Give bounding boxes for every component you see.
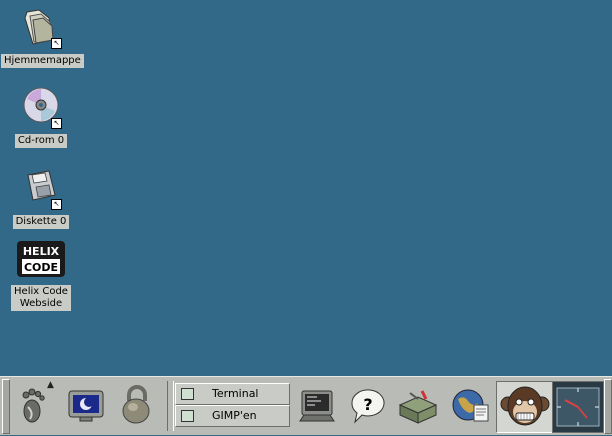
shortcut-arrow-icon: ↖ bbox=[51, 118, 62, 129]
clock-applet[interactable] bbox=[552, 381, 604, 433]
window-icon bbox=[181, 410, 194, 422]
tasklist: Terminal GIMP'en bbox=[175, 383, 290, 427]
task-button-gimp[interactable]: GIMP'en bbox=[175, 405, 290, 427]
gnome-panel: ▲ Terminal GIMP'en ? bbox=[0, 376, 612, 435]
desktop-icon-floppy[interactable]: ↖ Diskette 0 bbox=[1, 167, 81, 229]
shortcut-arrow-icon: ↖ bbox=[51, 38, 62, 49]
terminal-icon bbox=[299, 390, 335, 422]
analog-clock-icon bbox=[556, 387, 600, 427]
task-button-terminal[interactable]: Terminal bbox=[175, 383, 290, 405]
main-menu-button[interactable]: ▲ bbox=[12, 380, 56, 427]
panel-applet[interactable] bbox=[496, 381, 554, 433]
launcher-screensaver[interactable] bbox=[64, 383, 108, 427]
desktop-icon-label: Hjemmemappe bbox=[1, 54, 84, 68]
launcher-control-center[interactable] bbox=[396, 383, 440, 427]
desktop-icon-helix[interactable]: HELIX CODE Helix Code Webside bbox=[1, 241, 81, 311]
cdrom-icon: ↖ bbox=[19, 86, 63, 129]
panel-hide-button-right[interactable] bbox=[604, 379, 612, 434]
desktop-icon-label: Helix Code Webside bbox=[11, 285, 71, 311]
help-glyph: ? bbox=[363, 395, 372, 414]
launcher-help[interactable]: ? bbox=[346, 383, 390, 427]
desktop-icon-home[interactable]: ↖ Hjemmemappe bbox=[1, 6, 84, 68]
task-label: Terminal bbox=[212, 387, 259, 400]
tasklist-separator bbox=[167, 381, 174, 431]
desktop-icon-label: Cd-rom 0 bbox=[14, 134, 68, 148]
helix-logo-line1: HELIX bbox=[23, 245, 60, 258]
window-icon bbox=[181, 388, 194, 400]
launcher-browser[interactable] bbox=[448, 383, 492, 427]
menu-arrow-icon: ▲ bbox=[47, 380, 54, 390]
padlock-icon bbox=[122, 385, 150, 424]
helix-code-logo: HELIX CODE bbox=[17, 241, 65, 277]
task-label: GIMP'en bbox=[212, 409, 257, 422]
launcher-terminal[interactable] bbox=[296, 383, 340, 427]
monkey-face-icon bbox=[500, 386, 550, 426]
help-icon: ? bbox=[351, 389, 385, 424]
monitor-moon-icon bbox=[68, 390, 104, 422]
folder-icon: ↖ bbox=[19, 6, 63, 49]
toolbox-icon bbox=[398, 390, 438, 424]
launcher-lock[interactable] bbox=[114, 383, 158, 427]
floppy-icon: ↖ bbox=[19, 167, 63, 210]
helix-logo-line2: CODE bbox=[24, 261, 58, 274]
shortcut-arrow-icon: ↖ bbox=[51, 199, 62, 210]
desktop-icon-label: Diskette 0 bbox=[12, 215, 70, 229]
desktop-icon-cdrom[interactable]: ↖ Cd-rom 0 bbox=[1, 86, 81, 148]
globe-icon bbox=[452, 389, 489, 422]
panel-hide-button-left[interactable] bbox=[2, 379, 10, 434]
